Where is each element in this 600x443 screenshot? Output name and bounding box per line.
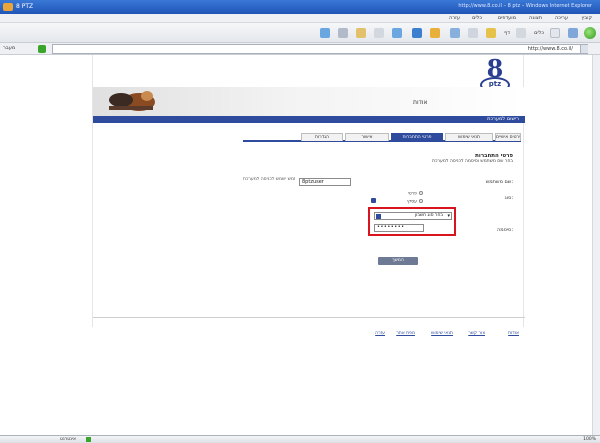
header-banner: אודות bbox=[93, 87, 525, 116]
print-icon[interactable] bbox=[468, 28, 478, 38]
radio-label-business: עסקי bbox=[407, 199, 417, 205]
account-select[interactable]: בחר סוג חשבון ▾ bbox=[374, 212, 452, 220]
username-input[interactable]: 8ptzuser bbox=[299, 178, 351, 186]
username-label: שם משתמש: bbox=[485, 179, 513, 185]
radio-option-private[interactable]: פרטי bbox=[408, 191, 423, 197]
tab-confirm[interactable]: אישור bbox=[345, 133, 389, 141]
tab-settings[interactable]: הגדרות bbox=[301, 133, 343, 141]
menu-item-edit[interactable]: עריכה bbox=[555, 15, 568, 22]
tab-personal[interactable]: פרטים אישיים bbox=[495, 133, 521, 141]
address-bar: מעבר http://www.8.co.il/ bbox=[0, 43, 600, 55]
page-viewport: 8 ptz אודות רישום למערכת פרטים אישיים תנ… bbox=[0, 55, 600, 435]
site-container: 8 ptz אודות רישום למערכת פרטים אישיים תנ… bbox=[92, 54, 525, 336]
go-icon[interactable] bbox=[38, 45, 46, 53]
menu-item-favorites[interactable]: מועדפים bbox=[498, 15, 516, 22]
internet-zone-icon bbox=[86, 437, 91, 442]
radio-icon[interactable] bbox=[419, 199, 423, 203]
status-text: אינטרנט bbox=[60, 437, 76, 442]
title-bar: 8 PTZ http://www.8.co.il – 8 ptz – Windo… bbox=[0, 0, 600, 14]
zoom-level[interactable]: 100% bbox=[583, 437, 596, 442]
footer-link-help[interactable]: עזרה bbox=[375, 331, 385, 336]
back-icon[interactable] bbox=[584, 27, 596, 39]
refresh-icon[interactable] bbox=[374, 28, 384, 38]
url-input[interactable]: http://www.8.co.il/ bbox=[52, 44, 588, 54]
account-type-label: סוג: bbox=[504, 195, 513, 201]
status-bar: אינטרנט 100% bbox=[0, 435, 600, 443]
window-title: http://www.8.co.il – 8 ptz – Windows Int… bbox=[458, 3, 592, 9]
highlighted-field-group: בחר סוג חשבון ▾ •••••••• bbox=[368, 207, 456, 236]
menu-item-view[interactable]: תצוגה bbox=[529, 15, 542, 22]
banner-title[interactable]: אודות bbox=[413, 99, 443, 106]
app-icon bbox=[3, 3, 13, 11]
continue-button[interactable]: המשך bbox=[378, 257, 418, 265]
forward-icon[interactable] bbox=[568, 28, 578, 38]
logo-digit: 8 bbox=[486, 54, 504, 83]
footer-links: אודות צור קשר תנאי שימוש מפת אתר עזרה bbox=[93, 331, 525, 339]
account-select-value: בחר סוג חשבון bbox=[414, 213, 443, 218]
info-icon[interactable] bbox=[371, 198, 376, 203]
settings-icon[interactable] bbox=[516, 28, 526, 38]
favorites-star-icon[interactable] bbox=[430, 28, 440, 38]
search-icon[interactable] bbox=[392, 28, 402, 38]
section-description: בחר שם משתמש וסיסמה לכניסה למערכת bbox=[432, 159, 513, 164]
footer-link-terms[interactable]: תנאי שימוש bbox=[431, 331, 453, 336]
radio-icon[interactable] bbox=[419, 191, 423, 195]
vertical-scrollbar[interactable] bbox=[592, 55, 600, 435]
password-input[interactable]: •••••••• bbox=[374, 224, 424, 232]
url-dropdown-icon[interactable] bbox=[580, 45, 588, 53]
footer-link-contact[interactable]: צור קשר bbox=[468, 331, 485, 336]
home-icon[interactable] bbox=[412, 28, 422, 38]
tab-terms[interactable]: תנאי שימוש bbox=[445, 133, 493, 141]
footer-link-sitemap[interactable]: מפת אתר bbox=[396, 331, 415, 336]
menu-item-help[interactable]: עזרה bbox=[449, 15, 460, 22]
banner-photo-icon bbox=[109, 91, 155, 111]
command-bar: כלים דף bbox=[0, 23, 600, 43]
go-button[interactable]: מעבר bbox=[3, 45, 27, 53]
radio-option-business[interactable]: עסקי bbox=[407, 199, 423, 205]
username-hint: שם המשתמש ישמש לכניסה למערכת bbox=[243, 177, 295, 182]
stop-icon[interactable] bbox=[550, 28, 560, 38]
folder-icon[interactable] bbox=[486, 28, 496, 38]
footer-divider bbox=[93, 317, 525, 318]
page-menu-label[interactable]: דף bbox=[504, 30, 510, 36]
globe-icon[interactable] bbox=[320, 28, 330, 38]
nav-bar-title: רישום למערכת bbox=[487, 116, 519, 122]
radio-label-private: פרטי bbox=[407, 191, 417, 197]
app-label: 8 PTZ bbox=[16, 3, 34, 10]
feeds-icon[interactable] bbox=[450, 28, 460, 38]
mail-icon[interactable] bbox=[338, 28, 348, 38]
registration-tabs: פרטים אישיים תנאי שימוש פרטי התחברות איש… bbox=[243, 133, 521, 142]
footer-link-about[interactable]: אודות bbox=[508, 331, 519, 336]
menu-bar: קובץ עריכה תצוגה מועדפים כלים עזרה bbox=[0, 14, 600, 23]
history-icon[interactable] bbox=[356, 28, 366, 38]
browser-window: 8 PTZ http://www.8.co.il – 8 ptz – Windo… bbox=[0, 0, 600, 443]
tab-login-details[interactable]: פרטי התחברות bbox=[391, 133, 443, 141]
menu-item-file[interactable]: קובץ bbox=[582, 15, 593, 22]
tools-menu-label[interactable]: כלים bbox=[534, 30, 544, 36]
password-label: סיסמה: bbox=[497, 227, 513, 233]
nav-bar: רישום למערכת bbox=[93, 116, 525, 123]
select-marker-icon: ▾ bbox=[447, 213, 450, 219]
menu-item-tools[interactable]: כלים bbox=[472, 15, 482, 22]
dropdown-arrow-icon[interactable] bbox=[376, 214, 381, 219]
